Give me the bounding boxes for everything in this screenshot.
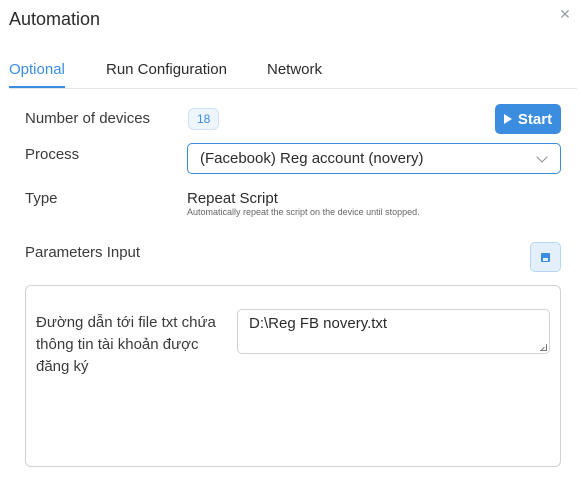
process-select[interactable]: (Facebook) Reg account (novery) (187, 143, 561, 174)
process-select-value: (Facebook) Reg account (novery) (200, 150, 424, 167)
save-icon (541, 252, 550, 262)
devices-count-badge: 18 (188, 108, 220, 130)
tab-network[interactable]: Network (267, 61, 322, 86)
tab-bar: Optional Run Configuration Network (9, 61, 577, 89)
resize-handle-icon[interactable] (540, 344, 547, 351)
param-file-path-input[interactable]: D:\Reg FB novery.txt (237, 309, 550, 354)
parameters-input-label: Parameters Input (25, 244, 141, 261)
tab-run-configuration[interactable]: Run Configuration (106, 61, 227, 86)
parameters-box: Đường dẫn tới file txt chứa thông tin tà… (25, 285, 561, 467)
type-value: Repeat Script (187, 190, 278, 207)
type-label: Type (25, 190, 58, 207)
start-button-label: Start (517, 110, 553, 128)
devices-label: Number of devices (25, 110, 151, 127)
tab-optional[interactable]: Optional (9, 61, 65, 88)
close-icon[interactable]: ✕ (557, 6, 573, 22)
process-label: Process (25, 146, 80, 163)
type-description: Automatically repeat the script on the d… (187, 207, 420, 217)
param-file-path-value: D:\Reg FB novery.txt (249, 315, 388, 332)
window-title: Automation (9, 9, 101, 29)
param-label: Đường dẫn tới file txt chứa thông tin tà… (36, 314, 216, 375)
play-icon (503, 114, 512, 124)
start-button[interactable]: Start (495, 104, 561, 134)
chevron-down-icon (536, 151, 548, 163)
save-button[interactable] (530, 242, 561, 272)
